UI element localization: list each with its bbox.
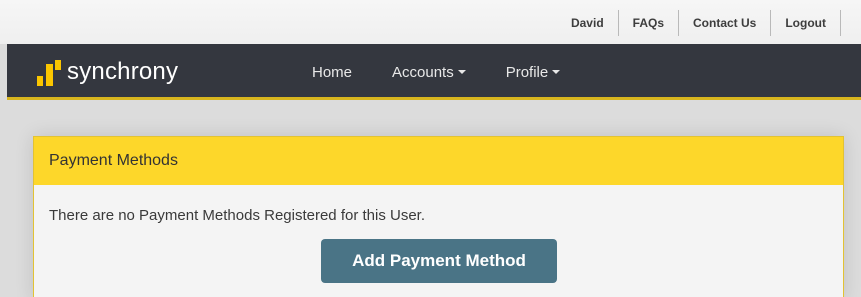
utility-links: David FAQs Contact Us Logout [557,10,841,36]
utility-bar: David FAQs Contact Us Logout [0,0,861,44]
nav-item-home[interactable]: Home [312,64,352,81]
payment-methods-panel: Payment Methods There are no Payment Met… [33,136,844,297]
synchrony-logo[interactable]: synchrony [37,56,178,88]
nav-item-profile-label: Profile [505,63,549,81]
nav-item-home-label: Home [312,63,353,81]
contact-us-link[interactable]: Contact Us [679,10,772,36]
logo-text: synchrony [67,58,179,85]
caret-down-icon [457,70,466,74]
logout-link[interactable]: Logout [771,10,841,36]
nav-item-profile[interactable]: Profile [506,64,561,81]
add-payment-method-button[interactable]: Add Payment Method [321,239,557,283]
empty-state-message: There are no Payment Methods Registered … [49,207,426,224]
main-navbar: synchrony Home Accounts Profile [7,44,861,100]
nav-item-accounts-label: Accounts [392,63,454,81]
panel-title: Payment Methods [34,137,843,185]
synchrony-logo-icon [37,58,61,86]
caret-down-icon [552,70,561,74]
user-name-link[interactable]: David [557,10,619,36]
nav-menu: Home Accounts Profile [312,44,600,100]
nav-item-accounts[interactable]: Accounts [392,64,466,81]
panel-body: There are no Payment Methods Registered … [34,185,843,283]
faqs-link[interactable]: FAQs [619,10,679,36]
